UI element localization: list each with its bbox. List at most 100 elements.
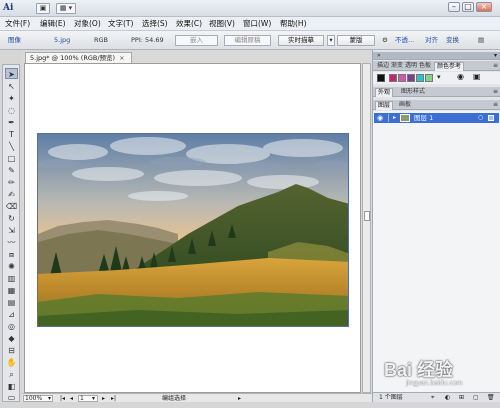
menu-type[interactable]: 文字(T) — [108, 18, 133, 30]
warp-tool-icon[interactable]: 〰 — [5, 237, 18, 248]
collapse-dock-icon[interactable]: » — [377, 52, 381, 60]
menu-window[interactable]: 窗口(W) — [243, 18, 271, 30]
lasso-tool-icon[interactable]: ◌ — [5, 105, 18, 116]
bridge-button[interactable]: ▣ — [36, 3, 50, 14]
visibility-eye-icon[interactable]: ◉ — [377, 113, 383, 123]
harmony-swatch-5[interactable] — [425, 74, 433, 82]
selection-indicator[interactable] — [488, 115, 494, 121]
tab-artboards[interactable]: 画板 — [397, 101, 413, 110]
graph-tool-icon[interactable]: ▥ — [5, 273, 18, 284]
scale-tool-icon[interactable]: ⇲ — [5, 225, 18, 236]
color-picker-icon[interactable]: ▣ — [473, 72, 481, 81]
color-panel-menu-icon[interactable]: ≡ — [491, 62, 500, 71]
layer-name[interactable]: 图层 1 — [414, 113, 433, 123]
object-type-label[interactable]: 图像 — [8, 36, 21, 45]
tab-appearance[interactable]: 外观 — [375, 88, 394, 97]
linked-file-name[interactable]: 5.jpg — [54, 36, 70, 45]
status-menu-icon[interactable]: ▸ — [238, 394, 241, 403]
align-link[interactable]: 对齐 — [425, 36, 438, 45]
new-sublayer-icon[interactable]: ⊞ — [459, 393, 464, 403]
document-tab-close-icon[interactable]: × — [119, 54, 124, 62]
ppi-label: PPI: 54.69 — [131, 36, 164, 44]
eyedropper-tool-icon[interactable]: ⊿ — [5, 309, 18, 320]
new-layer-icon[interactable]: ▢ — [473, 393, 479, 403]
zoom-tool-icon[interactable]: ⌕ — [5, 369, 18, 380]
tab-color-guide[interactable]: 颜色参考 — [434, 62, 465, 71]
appearance-panel-menu-icon[interactable]: ≡ — [491, 88, 500, 97]
artboard[interactable] — [24, 63, 361, 393]
paintbrush-tool-icon[interactable]: ✎ — [5, 165, 18, 176]
restore-button[interactable]: □ — [462, 2, 474, 12]
rotate-tool-icon[interactable]: ↻ — [5, 213, 18, 224]
edit-original-button[interactable]: 编辑原稿 — [224, 35, 271, 46]
fill-stroke-icon[interactable]: ◧ — [5, 381, 18, 392]
close-button[interactable]: × — [476, 2, 492, 12]
opacity-link[interactable]: 不透... — [395, 36, 414, 45]
last-artboard-icon[interactable]: ▸| — [111, 394, 116, 403]
edit-colors-icon[interactable]: ◉ — [457, 72, 464, 81]
target-circle-icon[interactable]: ○ — [478, 113, 483, 123]
blob-brush-tool-icon[interactable]: ✍ — [5, 189, 18, 200]
make-clipping-mask-icon[interactable]: ◐ — [445, 393, 450, 403]
tab-graphic-styles[interactable]: 图形样式 — [399, 88, 427, 97]
menu-effect[interactable]: 效果(C) — [176, 18, 202, 30]
mesh-tool-icon[interactable]: ▦ — [5, 285, 18, 296]
first-artboard-icon[interactable]: |◂ — [60, 394, 65, 403]
free-transform-tool-icon[interactable]: ⧈ — [5, 249, 18, 260]
live-trace-dropdown[interactable]: ▾ — [327, 35, 335, 46]
layer-row[interactable]: ◉ ▸ 图层 1 ○ — [374, 113, 499, 123]
tab-swatches[interactable]: 色板 — [417, 62, 433, 71]
control-bar-menu-icon[interactable]: ▤ — [478, 36, 484, 45]
live-trace-button[interactable]: 实时描摹 — [278, 35, 324, 46]
menu-edit[interactable]: 编辑(E) — [40, 18, 66, 30]
transform-link[interactable]: 变换 — [446, 36, 459, 45]
direct-selection-tool-icon[interactable]: ↖ — [5, 81, 18, 92]
harmony-swatch-2[interactable] — [398, 74, 406, 82]
eraser-tool-icon[interactable]: ⌫ — [5, 201, 18, 212]
locate-object-icon[interactable]: ⌖ — [431, 393, 434, 403]
document-tab[interactable]: 5.jpg* @ 100% (RGB/预览) × — [25, 52, 132, 63]
screen-mode-icon[interactable]: ▭ — [5, 392, 18, 402]
magic-wand-tool-icon[interactable]: ✦ — [5, 93, 18, 104]
previous-artboard-icon[interactable]: ◂ — [70, 394, 73, 403]
live-paint-tool-icon[interactable]: ◆ — [5, 333, 18, 344]
line-tool-icon[interactable]: ╲ — [5, 141, 18, 152]
selection-tool-icon[interactable]: ➤ — [5, 68, 18, 79]
harmony-swatch-4[interactable] — [416, 74, 424, 82]
dock-close-icon[interactable]: ▾ — [494, 52, 497, 60]
menu-help[interactable]: 帮助(H) — [280, 18, 307, 30]
menu-view[interactable]: 视图(V) — [209, 18, 235, 30]
vertical-scrollbar[interactable] — [362, 63, 371, 393]
mask-button[interactable]: 蒙版 — [337, 35, 375, 46]
embed-button[interactable]: 嵌入 — [175, 35, 218, 46]
harmony-swatch-3[interactable] — [407, 74, 415, 82]
pen-tool-icon[interactable]: ✒ — [5, 117, 18, 128]
menu-object[interactable]: 对象(O) — [74, 18, 101, 30]
blend-tool-icon[interactable]: ◎ — [5, 321, 18, 332]
settings-icon[interactable]: ⚙ — [382, 36, 388, 45]
tab-layers[interactable]: 图层 — [375, 101, 394, 110]
harmony-swatch-1[interactable] — [389, 74, 397, 82]
minimize-button[interactable]: – — [448, 2, 460, 12]
type-tool-icon[interactable]: T — [5, 129, 18, 140]
placed-image[interactable] — [37, 133, 349, 327]
vertical-scroll-thumb[interactable] — [364, 211, 370, 221]
harmony-dropdown-icon[interactable]: ▾ — [437, 73, 441, 81]
arrange-documents-button[interactable]: ▦ ▾ — [56, 3, 76, 14]
pencil-tool-icon[interactable]: ✏ — [5, 177, 18, 188]
zoom-dropdown-icon[interactable]: ▾ — [48, 394, 51, 403]
hand-tool-icon[interactable]: ✋ — [5, 357, 18, 368]
layer-count: 1 个图层 — [379, 394, 403, 401]
gradient-tool-icon[interactable]: ▤ — [5, 297, 18, 308]
next-artboard-icon[interactable]: ▸ — [102, 394, 105, 403]
rectangle-tool-icon[interactable]: □ — [5, 153, 18, 164]
artboard-dropdown-icon[interactable]: ▾ — [92, 394, 95, 403]
symbol-sprayer-tool-icon[interactable]: ✺ — [5, 261, 18, 272]
base-color-swatch[interactable] — [377, 74, 385, 82]
layers-panel-menu-icon[interactable]: ≡ — [491, 101, 500, 110]
expand-arrow-icon[interactable]: ▸ — [393, 113, 396, 123]
slice-tool-icon[interactable]: ⊟ — [5, 345, 18, 356]
delete-layer-icon[interactable]: 🗑 — [487, 393, 495, 403]
menu-select[interactable]: 选择(S) — [142, 18, 168, 30]
menu-file[interactable]: 文件(F) — [5, 18, 30, 30]
